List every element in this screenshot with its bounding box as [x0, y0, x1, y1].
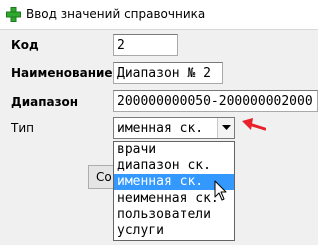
code-label: Код — [11, 38, 39, 52]
type-combobox-value: именная ск. — [117, 121, 204, 136]
window-title: Ввод значений справочника — [26, 7, 206, 21]
name-label: Наименование — [11, 66, 113, 80]
code-field[interactable]: 2 — [113, 34, 178, 56]
option-diapazon[interactable]: диапазон ск. — [114, 158, 234, 174]
range-value: 200000000050-200000002000 — [117, 94, 313, 109]
name-field[interactable]: Диапазон № 2 — [113, 62, 223, 84]
code-value: 2 — [117, 38, 125, 53]
type-combobox[interactable]: именная ск. — [113, 117, 235, 139]
title-bar[interactable]: Ввод значений справочника — [0, 0, 318, 30]
option-polzovateli[interactable]: пользователи — [114, 207, 234, 223]
chevron-down-icon — [222, 125, 231, 130]
type-combobox-button[interactable] — [217, 118, 234, 138]
name-value: Диапазон № 2 — [117, 66, 211, 81]
red-arrow-icon — [242, 118, 266, 131]
option-uslugi[interactable]: услуги — [114, 223, 234, 239]
green-cross-icon — [6, 7, 21, 22]
dialog-window: Ввод значений справочника Код 2 Наименов… — [0, 0, 318, 245]
option-vrachi[interactable]: врачи — [114, 142, 234, 158]
mouse-cursor-icon — [214, 180, 227, 201]
range-field[interactable]: 200000000050-200000002000 — [113, 90, 318, 112]
range-label: Диапазон — [11, 95, 79, 109]
type-label: Тип — [11, 121, 34, 135]
save-button-label: Со — [96, 170, 112, 184]
